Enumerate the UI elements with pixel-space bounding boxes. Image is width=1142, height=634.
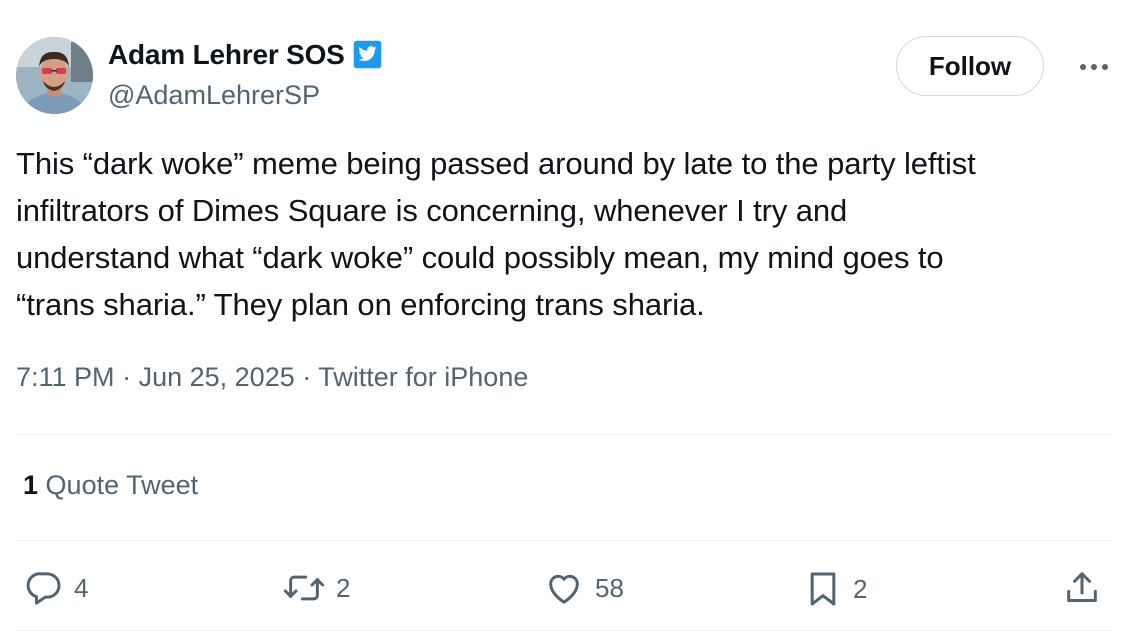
meta-separator: · xyxy=(302,362,312,392)
bookmark-icon xyxy=(810,572,836,606)
retweet-button[interactable]: 2 xyxy=(282,568,350,608)
like-count: 58 xyxy=(595,572,624,603)
follow-button[interactable]: Follow xyxy=(896,36,1044,96)
reply-count: 4 xyxy=(74,572,89,603)
tweet-time[interactable]: 7:11 PM xyxy=(16,362,115,392)
verified-badge-icon xyxy=(351,38,384,71)
quote-tweets-link[interactable]: 1 Quote Tweet xyxy=(23,470,198,501)
tweet-text: This “dark woke” meme being passed aroun… xyxy=(16,140,1116,328)
reply-button[interactable]: 4 xyxy=(24,568,88,608)
author-display-name[interactable]: Adam Lehrer SOS xyxy=(108,39,345,71)
tweet-source[interactable]: Twitter for iPhone xyxy=(318,362,528,392)
tweet-text-line: infiltrators of Dimes Square is concerni… xyxy=(16,193,848,228)
reply-icon xyxy=(26,572,61,605)
bookmark-button[interactable]: 2 xyxy=(803,568,867,610)
tweet-text-line: understand what “dark woke” could possib… xyxy=(16,240,944,275)
divider xyxy=(16,630,1112,631)
share-icon xyxy=(1067,572,1097,602)
more-options-button[interactable] xyxy=(1074,54,1114,80)
tweet-text-line: “trans sharia.” They plan on enforcing t… xyxy=(16,287,705,322)
quote-tweet-label: Quote Tweet xyxy=(45,470,199,500)
meta-separator: · xyxy=(122,362,132,392)
action-bar: 4 2 58 2 xyxy=(0,560,1142,616)
author-name-row: Adam Lehrer SOS xyxy=(108,38,384,71)
retweet-icon xyxy=(283,575,325,601)
divider xyxy=(16,540,1112,541)
tweet-meta: 7:11 PM · Jun 25, 2025 · Twitter for iPh… xyxy=(16,362,528,393)
avatar-photo xyxy=(16,37,93,114)
retweet-count: 2 xyxy=(336,572,351,603)
bookmark-count: 2 xyxy=(853,573,868,604)
author-avatar[interactable] xyxy=(16,37,93,114)
author-handle[interactable]: @AdamLehrerSP xyxy=(108,80,320,111)
tweet-text-line: This “dark woke” meme being passed aroun… xyxy=(16,146,976,181)
divider xyxy=(16,434,1112,435)
tweet-date[interactable]: Jun 25, 2025 xyxy=(139,362,295,392)
more-horizontal-icon xyxy=(1080,64,1108,70)
like-heart-icon xyxy=(549,574,579,604)
like-button[interactable]: 58 xyxy=(543,568,624,608)
share-button[interactable] xyxy=(1062,568,1102,608)
quote-tweet-count: 1 xyxy=(23,470,39,500)
